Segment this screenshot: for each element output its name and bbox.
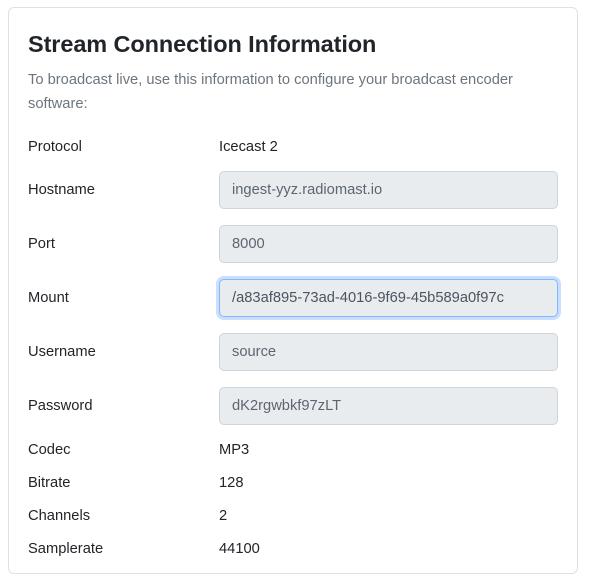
label-port: Port bbox=[28, 236, 55, 253]
row-mount: Mount bbox=[28, 271, 558, 325]
label-codec: Codec bbox=[28, 441, 71, 458]
value-codec: MP3 bbox=[219, 441, 250, 458]
label-channels: Channels bbox=[28, 507, 91, 524]
value-samplerate: 44100 bbox=[219, 540, 260, 557]
label-bitrate: Bitrate bbox=[28, 474, 71, 491]
port-input[interactable] bbox=[219, 225, 558, 264]
label-username: Username bbox=[28, 344, 96, 361]
row-hostname: Hostname bbox=[28, 163, 558, 217]
value-protocol: Icecast 2 bbox=[219, 138, 278, 155]
row-codec: Codec MP3 bbox=[28, 433, 558, 466]
row-channels: Channels 2 bbox=[28, 499, 558, 532]
username-input[interactable] bbox=[219, 333, 558, 372]
label-protocol: Protocol bbox=[28, 138, 82, 155]
row-username: Username bbox=[28, 325, 558, 379]
label-hostname: Hostname bbox=[28, 182, 95, 199]
value-channels: 2 bbox=[219, 507, 228, 524]
connection-details-list: Protocol Icecast 2 Hostname Port Mount U… bbox=[28, 130, 558, 565]
value-bitrate: 128 bbox=[219, 474, 244, 491]
label-mount: Mount bbox=[28, 290, 69, 307]
page-root: Stream Connection Information To broadca… bbox=[0, 0, 597, 588]
stream-connection-card: Stream Connection Information To broadca… bbox=[8, 7, 578, 574]
page-title: Stream Connection Information bbox=[28, 31, 377, 57]
row-bitrate: Bitrate 128 bbox=[28, 466, 558, 499]
card-subtitle: To broadcast live, use this information … bbox=[28, 72, 513, 113]
password-input[interactable] bbox=[219, 387, 558, 426]
row-password: Password bbox=[28, 379, 558, 433]
row-protocol: Protocol Icecast 2 bbox=[28, 130, 558, 163]
hostname-input[interactable] bbox=[219, 171, 558, 210]
mount-input[interactable] bbox=[219, 279, 558, 318]
row-port: Port bbox=[28, 217, 558, 271]
row-samplerate: Samplerate 44100 bbox=[28, 532, 558, 565]
label-samplerate: Samplerate bbox=[28, 540, 104, 557]
label-password: Password bbox=[28, 398, 93, 415]
